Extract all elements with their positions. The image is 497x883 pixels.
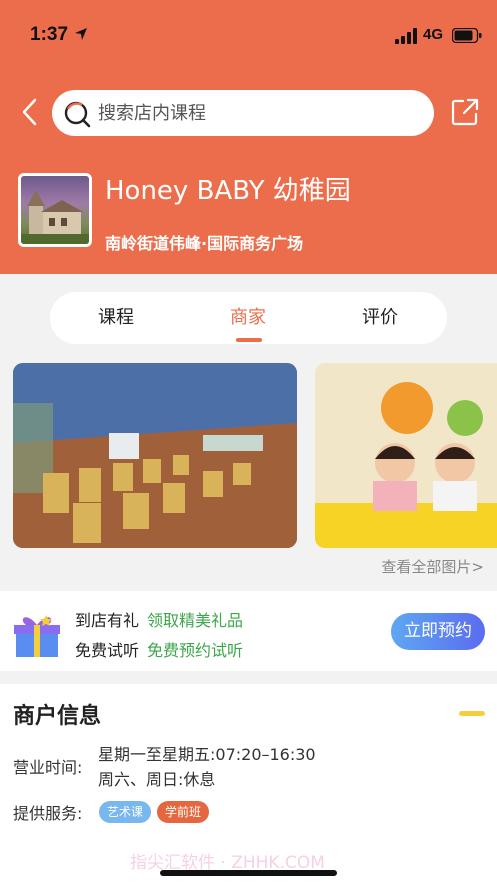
back-icon[interactable] [18, 97, 42, 127]
service-tag: 艺术课 [99, 801, 152, 823]
service-tag: 学前班 [157, 801, 210, 823]
promo-gift-value: 领取精美礼品 [147, 611, 244, 630]
shop-address: 南岭街道伟峰·国际商务广场 [105, 234, 304, 253]
gallery-photo-classroom[interactable] [13, 363, 297, 548]
signal-icon [395, 28, 417, 44]
title-decoration [459, 711, 485, 716]
active-tab-indicator [236, 338, 262, 342]
business-hours-weekend: 周六、周日:休息 [98, 770, 216, 789]
location-arrow-icon [75, 28, 87, 40]
search-bar[interactable] [52, 90, 434, 136]
business-hours-weekday: 星期一至星期五:07:20–16:30 [98, 745, 316, 764]
gift-box-icon [14, 615, 60, 657]
book-now-button[interactable]: 立即预约 [391, 613, 485, 650]
shop-logo [18, 173, 92, 247]
tab-merchant[interactable]: 商家 [208, 292, 288, 344]
share-icon[interactable] [450, 97, 480, 127]
business-hours-label: 营业时间: [13, 758, 83, 777]
tab-bar: 课程 商家 评价 [50, 292, 447, 344]
search-input[interactable] [98, 90, 418, 136]
gallery-photo-kids[interactable] [315, 363, 497, 548]
home-indicator [160, 870, 337, 876]
merchant-info-title: 商户信息 [13, 704, 102, 729]
view-all-photos-link[interactable]: 查看全部图片> [381, 556, 484, 577]
battery-icon [452, 28, 482, 43]
network-type: 4G [423, 26, 444, 43]
tab-reviews[interactable]: 评价 [340, 292, 420, 344]
promo-row-trial: 免费试听 免费预约试听 [75, 637, 243, 661]
status-time: 1:37 [30, 24, 69, 45]
promo-trial-key: 免费试听 [75, 641, 140, 660]
promo-row-gift: 到店有礼 领取精美礼品 [75, 607, 243, 631]
shop-name: Honey BABY 幼稚园 [105, 176, 351, 206]
promo-trial-value: 免费预约试听 [147, 641, 244, 660]
merchant-info-section: 商户信息 营业时间: 星期一至星期五:07:20–16:30 周六、周日:休息 … [0, 684, 497, 883]
services-label: 提供服务: [13, 804, 83, 823]
building-image [21, 190, 89, 244]
tab-courses[interactable]: 课程 [76, 292, 156, 344]
status-bar: 1:37 4G [0, 0, 497, 70]
promo-gift-key: 到店有礼 [75, 611, 140, 630]
search-icon [64, 101, 91, 128]
